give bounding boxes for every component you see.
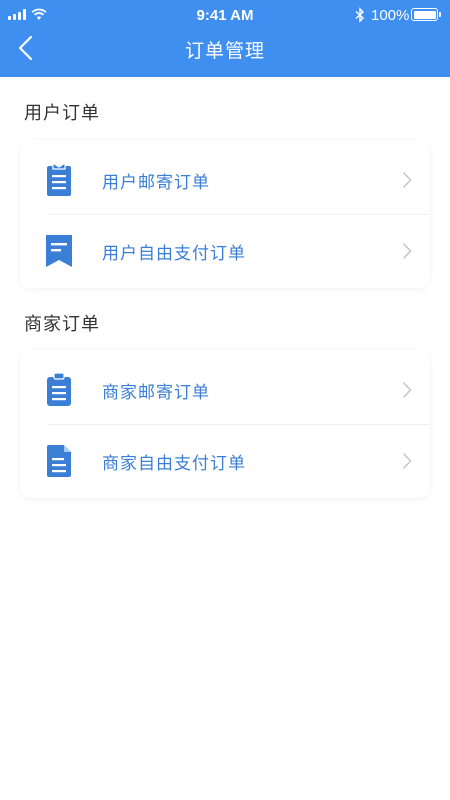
battery-percentage: 100%: [371, 7, 410, 24]
menu-item-label: 商家邮寄订单: [102, 383, 210, 402]
chevron-right-icon: [402, 452, 412, 470]
menu-item-user-mail-orders[interactable]: 用户邮寄订单: [20, 144, 430, 216]
merchant-orders-card: 商家邮寄订单 商家自由支付订单: [20, 350, 430, 498]
menu-item-label: 用户邮寄订单: [102, 173, 210, 192]
menu-item-label: 商家自由支付订单: [102, 454, 246, 473]
chevron-right-icon: [402, 381, 412, 399]
clipboard-list-icon: [47, 162, 71, 196]
user-orders-card: 用户邮寄订单 用户自由支付订单: [20, 140, 430, 288]
status-bar: 9:41 AM 100%: [0, 0, 450, 30]
section-title-merchant-orders: 商家订单: [24, 314, 100, 334]
menu-item-merchant-free-payment-orders[interactable]: 商家自由支付订单: [20, 425, 430, 497]
menu-item-label: 用户自由支付订单: [102, 244, 246, 263]
document-icon: [47, 445, 71, 477]
bluetooth-icon: [355, 7, 365, 23]
chevron-right-icon: [402, 242, 412, 260]
menu-item-user-free-payment-orders[interactable]: 用户自由支付订单: [20, 215, 430, 287]
clipboard-icon: [47, 372, 71, 406]
page-title: 订单管理: [184, 41, 265, 62]
section-title-user-orders: 用户订单: [24, 103, 100, 123]
chevron-right-icon: [402, 171, 412, 189]
bookmark-doc-icon: [46, 235, 72, 267]
menu-item-merchant-mail-orders[interactable]: 商家邮寄订单: [20, 354, 430, 426]
navigation-header: 9:41 AM 100% 订单管理: [0, 0, 450, 77]
battery-icon: [411, 8, 441, 21]
